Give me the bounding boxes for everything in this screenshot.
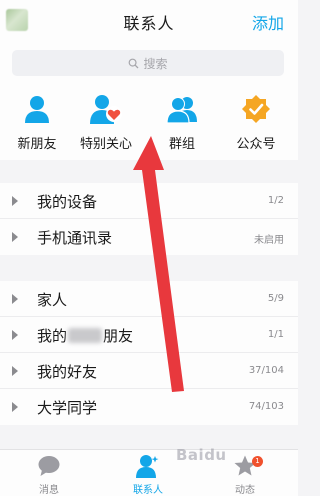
top-bar: 联系人 添加 <box>0 0 298 42</box>
row-name: 手机通讯录 <box>37 229 113 247</box>
message-icon <box>38 456 60 476</box>
bottom-tab-bar: 消息 联系人 1 动态 <box>0 449 298 496</box>
row-count: 74/103 <box>248 401 284 412</box>
list-item-redacted-friends[interactable]: 我的 朋友 1/1 <box>0 317 298 353</box>
search-placeholder: 搜索 <box>143 56 168 71</box>
groups-icon <box>166 97 197 124</box>
row-count: 5/9 <box>267 293 284 304</box>
special-care-button[interactable]: 特别关心 <box>69 92 143 152</box>
quick-actions: 新朋友 特别关心 群组 公众号 <box>0 84 298 160</box>
list-item-family[interactable]: 家人 5/9 <box>0 281 298 317</box>
row-count: 1/1 <box>267 329 284 340</box>
groups-button[interactable]: 群组 <box>145 92 219 152</box>
list-item-my-friends[interactable]: 我的好友 37/104 <box>0 353 298 389</box>
expand-arrow-icon <box>12 366 18 376</box>
new-friend-label: 新朋友 <box>17 137 57 152</box>
tab-messages[interactable]: 消息 <box>14 454 84 496</box>
expand-arrow-icon <box>12 330 18 340</box>
row-count: 未启用 <box>254 235 284 246</box>
tab-label: 消息 <box>39 485 59 496</box>
row-name: 家人 <box>37 291 68 309</box>
special-care-icon <box>90 95 122 124</box>
row-count: 37/104 <box>248 365 284 376</box>
device-list: 我的设备 1/2 手机通讯录 未启用 <box>0 183 298 255</box>
search-input[interactable]: 搜索 <box>12 50 284 76</box>
special-care-label: 特别关心 <box>79 137 132 152</box>
friend-group-list: 家人 5/9 我的 朋友 1/1 我的好友 37/104 大学同学 74/103 <box>0 281 298 425</box>
expand-arrow-icon <box>12 402 18 412</box>
new-friend-icon <box>25 96 49 123</box>
row-name-end: 朋友 <box>103 327 134 345</box>
list-item-phone-contacts[interactable]: 手机通讯录 未启用 <box>0 219 298 255</box>
row-count: 1/2 <box>267 195 284 206</box>
row-name: 我的好友 <box>37 363 98 381</box>
tab-contacts[interactable]: 联系人 <box>113 454 183 496</box>
contacts-icon <box>136 455 159 478</box>
search-icon <box>129 58 139 68</box>
expand-arrow-icon <box>12 196 18 206</box>
redacted-text <box>68 328 103 343</box>
new-friend-button[interactable]: 新朋友 <box>0 92 74 152</box>
row-name: 大学同学 <box>37 399 98 417</box>
row-name-start: 我的 <box>37 327 68 345</box>
search-area: 搜索 <box>0 42 298 84</box>
watermark: Baidu <box>176 446 227 464</box>
row-name: 我的设备 <box>37 193 98 211</box>
list-item-classmates[interactable]: 大学同学 74/103 <box>0 389 298 425</box>
official-account-label: 公众号 <box>236 137 276 152</box>
official-account-icon <box>242 95 270 123</box>
groups-label: 群组 <box>168 137 195 152</box>
row-name: 我的 朋友 <box>37 325 133 346</box>
expand-arrow-icon <box>12 232 18 242</box>
add-button[interactable]: 添加 <box>252 10 284 34</box>
tab-label: 联系人 <box>133 485 163 496</box>
expand-arrow-icon <box>12 294 18 304</box>
notification-badge: 1 <box>252 456 263 467</box>
list-item-my-devices[interactable]: 我的设备 1/2 <box>0 183 298 219</box>
tab-label: 动态 <box>235 485 255 496</box>
official-account-button[interactable]: 公众号 <box>219 92 293 152</box>
